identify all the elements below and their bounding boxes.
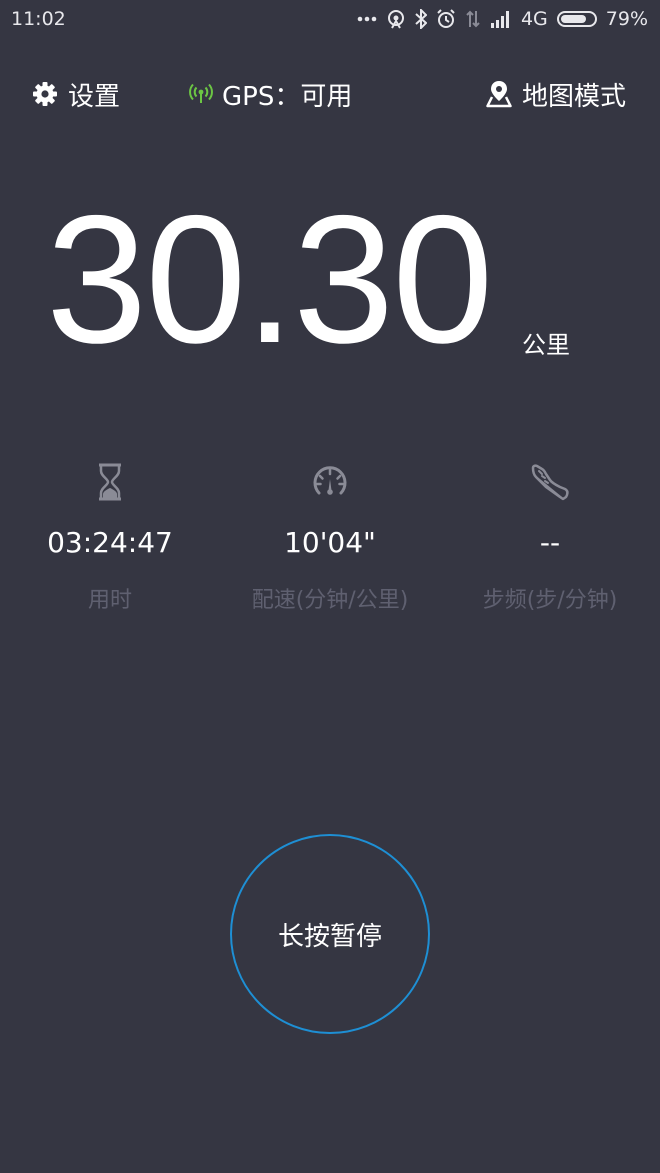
settings-label: 设置 xyxy=(68,81,121,112)
battery-percent: 79% xyxy=(605,8,648,30)
hotspot-icon xyxy=(386,9,406,29)
run-tracking-screen: 11:02 4G 79% 设置 GPS：可用 地图模式 30.30 公里 03:… xyxy=(0,0,660,1173)
cadence-stat: -- 步频(步/分钟) xyxy=(440,460,660,614)
status-bar: 11:02 4G 79% xyxy=(0,0,660,38)
gear-icon xyxy=(32,81,68,107)
shoe-icon xyxy=(440,460,660,504)
pace-value: 10'04" xyxy=(284,526,376,559)
gps-status-label: GPS：可用 xyxy=(222,81,353,112)
pause-button-label: 长按暂停 xyxy=(277,921,382,952)
data-transfer-icon xyxy=(465,9,481,29)
distance-value: 30.30 xyxy=(46,177,493,381)
battery-icon xyxy=(556,11,597,27)
cadence-label: 步频(步/分钟) xyxy=(482,588,618,613)
long-press-pause-button[interactable]: 长按暂停 xyxy=(230,834,430,1034)
elapsed-time-stat: 03:24:47 用时 xyxy=(0,460,220,614)
gps-status: GPS：可用 xyxy=(188,70,352,118)
top-bar: 设置 GPS：可用 地图模式 xyxy=(0,70,660,118)
battery-fill xyxy=(560,15,587,23)
map-mode-label: 地图模式 xyxy=(521,81,626,112)
status-time: 11:02 xyxy=(11,8,66,30)
cadence-value: -- xyxy=(539,526,561,559)
elapsed-time-label: 用时 xyxy=(87,588,132,613)
distance-unit: 公里 xyxy=(522,331,570,359)
pace-label: 配速(分钟/公里) xyxy=(251,588,409,613)
status-icons: 4G 79% xyxy=(357,6,648,32)
map-mode-button[interactable]: 地图模式 xyxy=(486,70,626,118)
signal-strength-icon xyxy=(490,10,512,28)
elapsed-time-value: 03:24:47 xyxy=(47,526,173,559)
gps-signal-icon xyxy=(188,83,222,105)
pace-stat: 10'04" 配速(分钟/公里) xyxy=(220,460,440,614)
speedometer-icon xyxy=(220,460,440,504)
more-notifications-icon xyxy=(357,16,377,22)
hourglass-icon xyxy=(0,460,220,504)
alarm-icon xyxy=(436,9,456,29)
settings-button[interactable]: 设置 xyxy=(32,70,120,118)
map-pin-icon xyxy=(486,80,522,108)
bluetooth-icon xyxy=(415,9,427,29)
network-type: 4G xyxy=(520,8,548,30)
